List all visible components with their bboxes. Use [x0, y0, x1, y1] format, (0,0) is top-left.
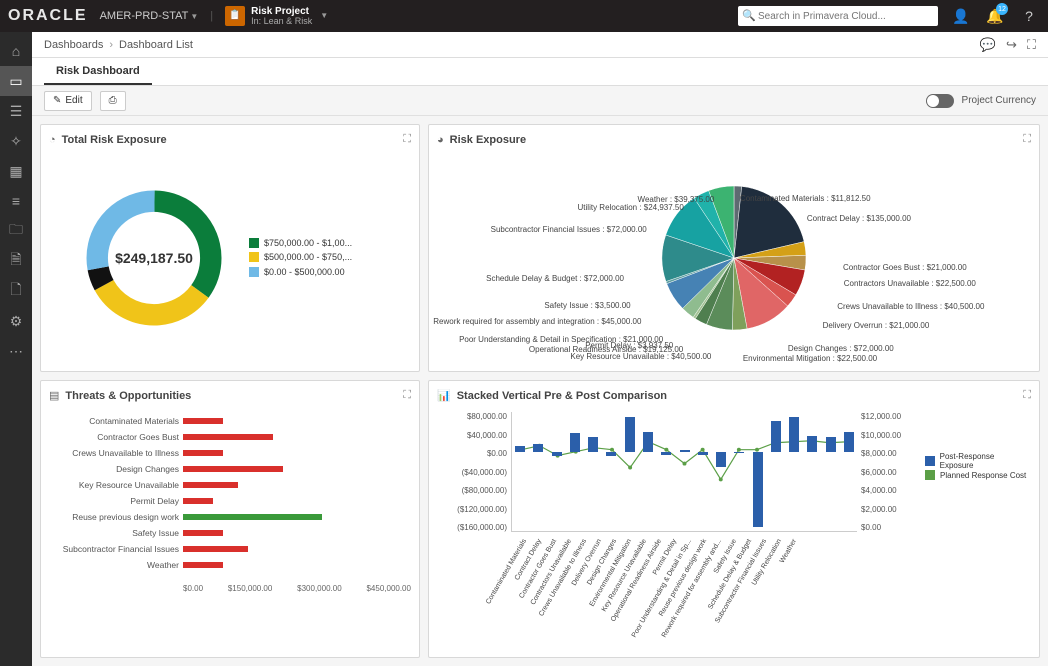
- panel-total-risk-exposure: ◔ Total Risk Exposure ⛶ $249,: [40, 124, 420, 372]
- nav-grid-icon[interactable]: ▦: [0, 156, 32, 186]
- panel-risk-exposure: ◕ Risk Exposure ⛶ Contaminated Materials…: [428, 124, 1040, 372]
- panel-threats-opportunities: ▤ Threats & Opportunities ⛶ Contaminated…: [40, 380, 420, 658]
- sidebar: ⌂ ▭ ☰ ✧ ▦ ≡ 🗀 🗎 🗋 ⚙ ⋯: [0, 32, 32, 666]
- nav-list-icon[interactable]: ≡: [0, 186, 32, 216]
- project-icon: 📋: [225, 6, 245, 26]
- crumb-dashboards[interactable]: Dashboards: [44, 39, 103, 51]
- nav-dashboards-icon[interactable]: ▭: [0, 66, 32, 96]
- nav-home-icon[interactable]: ⌂: [0, 36, 32, 66]
- expand-icon[interactable]: ⛶: [403, 389, 411, 402]
- pencil-icon: ✎: [53, 95, 61, 106]
- project-currency-toggle[interactable]: [926, 94, 954, 108]
- stacked-legend: Post-Response ExposurePlanned Response C…: [917, 412, 1027, 532]
- workspace-selector[interactable]: AMER-PRD-STAT▼: [100, 10, 199, 22]
- panel-title: Stacked Vertical Pre & Post Comparison: [457, 390, 1018, 402]
- nav-document-icon[interactable]: 🗋: [0, 276, 32, 306]
- nav-more-icon[interactable]: ⋯: [0, 336, 32, 366]
- project-selector[interactable]: 📋 Risk Project In: Lean & Risk ▼: [225, 6, 328, 27]
- nav-people-icon[interactable]: ✧: [0, 126, 32, 156]
- notifications-icon[interactable]: 🔔12: [984, 5, 1006, 27]
- breadcrumb: Dashboards › Dashboard List 💬 ↪ ⛶: [32, 32, 1048, 58]
- bar-icon: ▤: [49, 389, 59, 402]
- toolbar: ✎ Edit ⎙ Project Currency: [32, 86, 1048, 116]
- global-search[interactable]: 🔍: [738, 6, 938, 26]
- nav-settings-icon[interactable]: ⚙: [0, 306, 32, 336]
- stacked-chart[interactable]: [511, 412, 857, 532]
- panel-title: Risk Exposure: [450, 134, 1018, 146]
- share-icon[interactable]: ↪: [1006, 37, 1017, 53]
- combo-icon: 📊: [437, 389, 451, 402]
- expand-icon[interactable]: ⛶: [403, 133, 411, 146]
- oracle-logo: ORACLE: [8, 7, 88, 25]
- expand-icon[interactable]: ⛶: [1023, 133, 1031, 146]
- tab-bar: Risk Dashboard: [32, 58, 1048, 86]
- crumb-dashboard-list[interactable]: Dashboard List: [119, 39, 193, 51]
- pie-icon: ◕: [437, 134, 444, 146]
- help-icon[interactable]: ?: [1018, 5, 1040, 27]
- search-icon: 🔍: [742, 9, 756, 22]
- panel-title: Threats & Opportunities: [65, 390, 397, 402]
- tab-risk-dashboard[interactable]: Risk Dashboard: [44, 59, 152, 85]
- panel-title: Total Risk Exposure: [62, 134, 398, 146]
- nav-reports-icon[interactable]: 🗎: [0, 246, 32, 276]
- fullscreen-icon[interactable]: ⛶: [1027, 37, 1036, 53]
- nav-activities-icon[interactable]: ☰: [0, 96, 32, 126]
- panel-stacked-comparison: 📊 Stacked Vertical Pre & Post Comparison…: [428, 380, 1040, 658]
- donut-legend: $750,000.00 - $1,00...$500,000.00 - $750…: [249, 236, 352, 279]
- user-avatar[interactable]: 👤: [950, 5, 972, 27]
- project-currency-label: Project Currency: [962, 95, 1036, 106]
- edit-button[interactable]: ✎ Edit: [44, 91, 92, 111]
- search-input[interactable]: [738, 6, 938, 26]
- print-button[interactable]: ⎙: [100, 91, 126, 111]
- expand-icon[interactable]: ⛶: [1023, 389, 1031, 402]
- donut-center-value: $249,187.50: [115, 250, 193, 266]
- donut-icon: ◔: [49, 134, 56, 146]
- donut-chart[interactable]: $249,187.50: [79, 183, 229, 333]
- print-icon: ⎙: [109, 95, 117, 106]
- nav-files-icon[interactable]: 🗀: [0, 216, 32, 246]
- topbar: ORACLE AMER-PRD-STAT▼ | 📋 Risk Project I…: [0, 0, 1048, 32]
- discuss-icon[interactable]: 💬: [980, 37, 996, 53]
- threats-bar-chart[interactable]: Contaminated MaterialsContractor Goes Bu…: [49, 408, 411, 578]
